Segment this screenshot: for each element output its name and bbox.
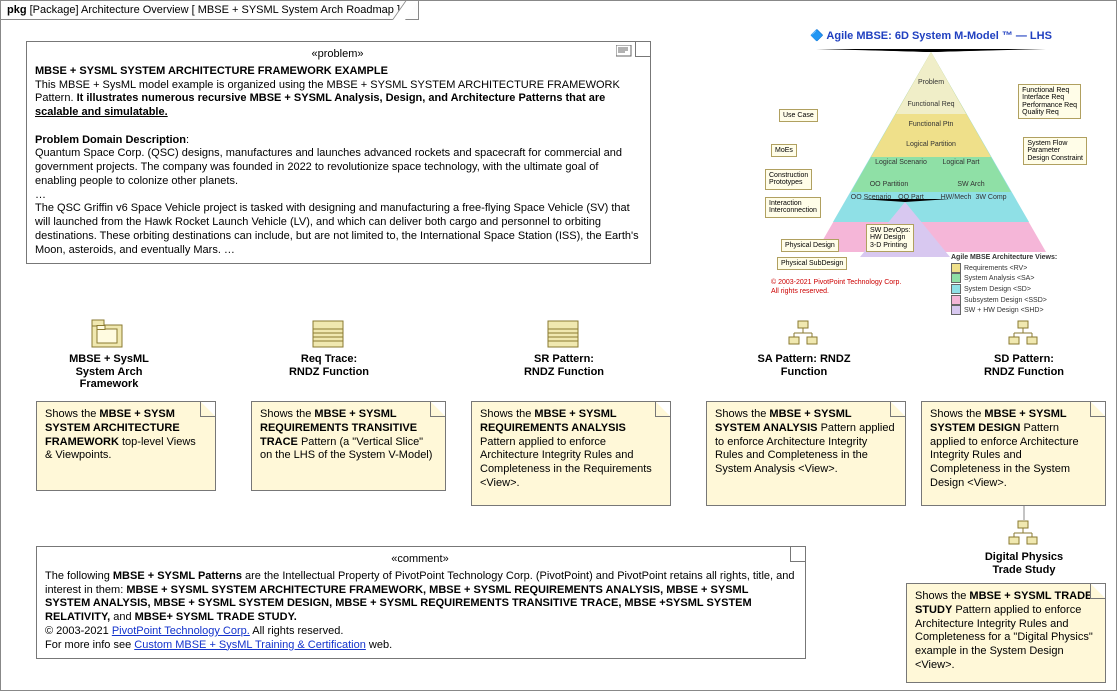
note-dogear-icon <box>1090 402 1105 417</box>
frame-type-label: [Package] <box>30 4 79 16</box>
tri-label: Problem <box>891 79 971 86</box>
comment-text: © 2003-2021 <box>45 625 112 637</box>
swatch-icon <box>951 273 961 283</box>
tri-callout: Physical SubDesign <box>777 257 847 270</box>
class-label[interactable]: Req Trace: RNDZ Function <box>259 353 399 378</box>
frame-title: Architecture Overview <box>81 4 189 16</box>
note-glyph-icon <box>616 45 632 57</box>
problem-ellipsis: … <box>35 189 640 203</box>
legend-item: Requirements <RV> <box>964 265 1027 272</box>
tri-label: Functional Ptn <box>891 121 971 128</box>
problem-note: «problem» MBSE + SYSML SYSTEM ARCHITECTU… <box>26 41 651 264</box>
comment-text-bold: MBSE + SYSML Patterns <box>113 570 242 582</box>
problem-p3: The QSC Griffin v6 Space Vehicle project… <box>35 202 640 257</box>
note-card: Shows the MBSE + SYSML TRADE STUDY Patte… <box>906 583 1106 683</box>
tri-callout: System Flow Parameter Design Constraint <box>1023 137 1087 165</box>
comment-text: For more info see <box>45 639 134 651</box>
legend-item: System Analysis <SA> <box>964 275 1034 282</box>
note-dogear-icon <box>635 42 650 57</box>
frame-header-tab: pkg [Package] Architecture Overview [ MB… <box>1 1 419 20</box>
note-text: Shows the <box>480 408 534 420</box>
legend-item: Subsystem Design <SSD> <box>964 296 1047 303</box>
swatch-icon <box>951 284 961 294</box>
legend-item: System Design <SD> <box>964 286 1031 293</box>
problem-stereotype: «problem» <box>35 48 640 62</box>
m-model-diagram: 🔷 Agile MBSE: 6D System M-Model ™ — LHS … <box>771 29 1091 309</box>
note-dogear-icon <box>1090 584 1105 599</box>
note-card: Shows the MBSE + SYSML REQUIREMENTS ANAL… <box>471 401 671 506</box>
note-text: Shows the <box>715 408 769 420</box>
swatch-icon <box>951 295 961 305</box>
hierarchy-icon[interactable] <box>1006 519 1040 549</box>
note-dogear-icon <box>200 402 215 417</box>
comment-text: and <box>113 611 134 623</box>
swatch-icon <box>951 263 961 273</box>
frame-pkg-label: pkg <box>7 4 27 16</box>
hierarchy-label[interactable]: SD Pattern: RNDZ Function <box>954 353 1094 378</box>
comment-stereotype: «comment» <box>45 553 795 567</box>
class-icon[interactable] <box>311 319 345 349</box>
note-dogear-icon <box>790 547 805 562</box>
tri-callout: Use Case <box>779 109 818 122</box>
note-card: Shows the MBSE + SYSM SYSTEM ARCHITECTUR… <box>36 401 216 491</box>
tri-callout: Interaction Interconnection <box>765 197 821 218</box>
comment-text: The following <box>45 570 113 582</box>
diagram-frame: pkg [Package] Architecture Overview [ MB… <box>0 0 1117 691</box>
problem-domain-head: Problem Domain Description <box>35 134 186 146</box>
note-text: Shows the <box>930 408 984 420</box>
note-text: Pattern applied to enforce Architecture … <box>480 436 652 489</box>
comment-text-bold: MBSE+ SYSML TRADE STUDY. <box>135 611 297 623</box>
legend-item: SW + HW Design <SHD> <box>964 307 1044 314</box>
connector-line <box>1023 506 1025 520</box>
tri-legend: Agile MBSE Architecture Views: Requireme… <box>951 254 1091 316</box>
hierarchy-label[interactable]: Digital Physics Trade Study <box>954 551 1094 576</box>
class-icon[interactable] <box>546 319 580 349</box>
problem-p1b: It illustrates numerous recursive MBSE +… <box>77 92 606 104</box>
frame-subtitle: [ MBSE + SYSML System Arch Roadmap ] <box>192 4 400 16</box>
comment-text: All rights reserved. <box>252 625 343 637</box>
tri-label: Logical Partition <box>891 141 971 148</box>
tri-callout: SW DevOps: HW Design 3-D Printing <box>866 224 914 252</box>
tri-label: 3W Comp <box>951 194 1031 201</box>
class-label[interactable]: SR Pattern: RNDZ Function <box>494 353 634 378</box>
tri-label: Logical Part <box>921 159 1001 166</box>
tri-callout: Construction Prototypes <box>765 169 812 190</box>
note-dogear-icon <box>655 402 670 417</box>
problem-heading: MBSE + SYSML SYSTEM ARCHITECTURE FRAMEWO… <box>35 65 388 77</box>
note-card: Shows the MBSE + SYSML SYSTEM DESIGN Pat… <box>921 401 1106 506</box>
training-link[interactable]: Custom MBSE + SysML Training & Certifica… <box>134 639 366 651</box>
tri-callout: Functional Req Interface Req Performance… <box>1018 84 1081 119</box>
comment-text: web. <box>369 639 392 651</box>
note-text: Shows the <box>915 590 969 602</box>
pivotpoint-link[interactable]: PivotPoint Technology Corp. <box>112 625 250 637</box>
problem-p1c: scalable and simulatable. <box>35 106 168 118</box>
problem-domain-body: Quantum Space Corp. (QSC) designs, manuf… <box>35 147 622 187</box>
hierarchy-label[interactable]: SA Pattern: RNDZ Function <box>734 353 874 378</box>
hierarchy-icon[interactable] <box>786 319 820 349</box>
tri-copyright: © 2003-2021 PivotPoint Technology Corp. … <box>771 279 901 297</box>
note-dogear-icon <box>890 402 905 417</box>
swatch-icon <box>951 305 961 315</box>
note-text: Shows the <box>260 408 314 420</box>
note-card: Shows the MBSE + SYSML REQUIREMENTS TRAN… <box>251 401 446 491</box>
tri-label: SW Arch <box>931 181 1011 188</box>
note-text: Shows the <box>45 408 99 420</box>
package-icon[interactable] <box>91 319 125 349</box>
comment-note: «comment» The following MBSE + SYSML Pat… <box>36 546 806 659</box>
hierarchy-icon[interactable] <box>1006 319 1040 349</box>
tri-legend-title: Agile MBSE Architecture Views: <box>951 254 1057 261</box>
tri-callout: Physical Design <box>781 239 839 252</box>
m-model-title: 🔷 Agile MBSE: 6D System M-Model ™ — LHS <box>771 29 1091 42</box>
tri-label: OO Partition <box>849 181 929 188</box>
package-label[interactable]: MBSE + SysML System Arch Framework <box>39 353 179 391</box>
note-card: Shows the MBSE + SYSML SYSTEM ANALYSIS P… <box>706 401 906 506</box>
tri-label: Functional Req <box>891 101 971 108</box>
tri-callout: MoEs <box>771 144 797 157</box>
note-dogear-icon <box>430 402 445 417</box>
